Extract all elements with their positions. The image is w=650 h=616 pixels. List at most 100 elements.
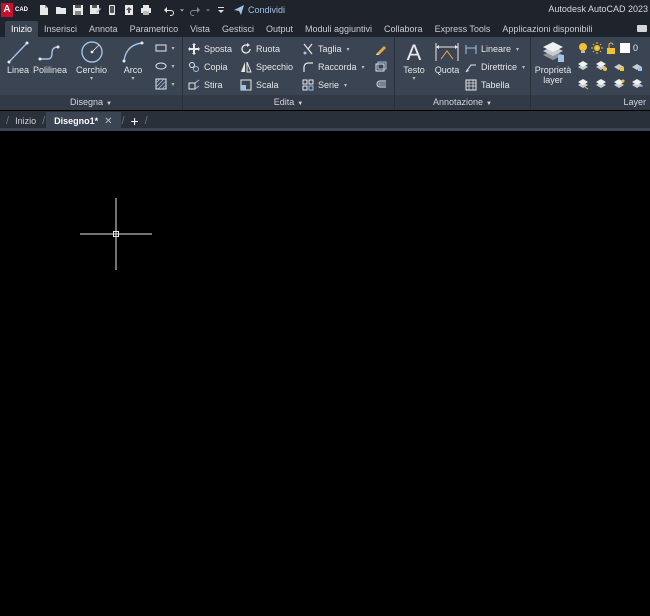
new-button[interactable] xyxy=(36,2,52,18)
scale-button[interactable]: Scala xyxy=(240,77,279,93)
lock-open-icon xyxy=(607,42,615,54)
web-mobile-button[interactable] xyxy=(104,2,120,18)
layer-tool-2[interactable] xyxy=(593,58,609,74)
share-button[interactable]: Condividi xyxy=(233,4,285,16)
chevron-down-icon: ▾ xyxy=(171,45,175,52)
application-menu-button[interactable]: A CAD xyxy=(1,1,31,19)
tab-collabora[interactable]: Collabora xyxy=(378,21,429,37)
tab-express-tools[interactable]: Express Tools xyxy=(429,21,497,37)
rotate-button[interactable]: Ruota xyxy=(240,41,280,57)
leader-button[interactable]: Direttrice ▾ xyxy=(465,59,525,75)
circle-icon xyxy=(80,41,103,63)
redo-button[interactable] xyxy=(187,2,203,18)
ribbon: Linea Polilinea Cerchio ▾ Arco ▾ ▾ ▾ ▾ D… xyxy=(0,37,650,110)
erase-button[interactable] xyxy=(373,41,389,57)
tab-inizio[interactable]: Inizio xyxy=(5,21,39,37)
chevron-down-icon: ▾ xyxy=(522,64,526,71)
layer-tool-8[interactable] xyxy=(629,76,645,92)
linear-dimension-button[interactable]: Lineare ▾ xyxy=(465,41,519,57)
draw-title-label: Disegna xyxy=(70,97,104,107)
arc-button[interactable]: Arco ▾ xyxy=(119,39,147,83)
save-web-button[interactable] xyxy=(121,2,137,18)
copy-button[interactable]: Copia xyxy=(188,59,228,75)
phone-icon xyxy=(109,5,115,15)
layer-properties-button[interactable]: Proprietà layer xyxy=(533,39,573,85)
drawing-canvas[interactable] xyxy=(0,131,650,616)
move-button[interactable]: Sposta xyxy=(188,41,232,57)
panel-modify-title[interactable]: Edita ▼ xyxy=(183,95,394,110)
panel-draw: Linea Polilinea Cerchio ▾ Arco ▾ ▾ ▾ ▾ D… xyxy=(0,37,183,110)
table-button[interactable]: Tabella xyxy=(465,77,510,93)
table-icon xyxy=(465,79,477,91)
svg-text:A: A xyxy=(407,40,422,65)
panel-draw-title[interactable]: Disegna ▼ xyxy=(0,95,182,110)
tab-output[interactable]: Output xyxy=(260,21,299,37)
layer-tool-3[interactable] xyxy=(611,58,627,74)
layer-unisolate-icon xyxy=(596,61,607,71)
panel-layers-title[interactable]: Layer xyxy=(531,95,650,110)
file-tab-start-label: Inizio xyxy=(15,116,37,126)
current-layer-dropdown[interactable]: 0 xyxy=(633,40,638,56)
trim-button[interactable]: Taglia ▾ xyxy=(302,41,350,57)
panel-annotation-title[interactable]: Annotazione ▼ xyxy=(395,95,530,110)
line-label: Linea xyxy=(6,65,30,75)
layer-tool-6[interactable] xyxy=(593,76,609,92)
stretch-button[interactable]: Stira xyxy=(188,77,223,93)
polyline-icon xyxy=(38,45,60,61)
mirror-button[interactable]: Specchio xyxy=(240,59,293,75)
layer-tool-7[interactable] xyxy=(611,76,627,92)
panel-annotation: A Testo ▾ Quota Lineare ▾ Direttrice ▾ T… xyxy=(395,37,531,110)
undo-dropdown[interactable] xyxy=(178,2,186,18)
circle-button[interactable]: Cerchio ▾ xyxy=(76,39,107,83)
tab-separator: / xyxy=(121,115,125,127)
explode-button[interactable] xyxy=(373,59,389,75)
tab-moduli-aggiuntivi[interactable]: Moduli aggiuntivi xyxy=(299,21,378,37)
tab-applicazioni-disponibili[interactable]: Applicazioni disponibili xyxy=(496,21,598,37)
color-swatch-icon xyxy=(620,43,630,53)
tab-separator: / xyxy=(42,115,46,127)
plot-button[interactable] xyxy=(138,2,154,18)
customize-quick-access-button[interactable] xyxy=(213,2,229,18)
undo-button[interactable] xyxy=(161,2,177,18)
array-label: Serie xyxy=(318,80,340,90)
undo-icon xyxy=(164,7,174,16)
rotate-label: Ruota xyxy=(256,44,281,54)
stretch-icon xyxy=(188,79,200,90)
rectangle-button[interactable]: ▾ xyxy=(152,40,178,56)
hatch-icon xyxy=(155,78,167,90)
tab-vista[interactable]: Vista xyxy=(184,21,216,37)
fillet-button[interactable]: Raccorda ▾ xyxy=(302,59,365,75)
tab-annota[interactable]: Annota xyxy=(83,21,124,37)
save-button[interactable] xyxy=(70,2,86,18)
save-as-button[interactable] xyxy=(87,2,103,18)
move-icon xyxy=(188,43,200,55)
offset-button[interactable] xyxy=(373,77,389,93)
polyline-button[interactable]: Polilinea xyxy=(33,39,67,75)
layer-properties-label: Proprietà layer xyxy=(534,65,572,85)
hatch-button[interactable]: ▾ xyxy=(152,58,178,74)
chevron-down-icon: ▾ xyxy=(412,76,416,82)
open-button[interactable] xyxy=(53,2,69,18)
redo-dropdown[interactable] xyxy=(204,2,212,18)
line-button[interactable]: Linea xyxy=(4,39,32,75)
array-button[interactable]: Serie ▾ xyxy=(302,77,347,93)
chevron-down-icon: ▾ xyxy=(346,46,350,53)
text-button[interactable]: A Testo ▾ xyxy=(400,39,428,83)
dimension-button[interactable]: Quota xyxy=(433,39,461,75)
layer-tool-1[interactable] xyxy=(575,58,591,74)
layer-tool-5[interactable] xyxy=(575,76,591,92)
redo-icon xyxy=(190,7,200,16)
layer-tool-4[interactable] xyxy=(629,58,645,74)
ellipse-icon xyxy=(155,62,167,70)
tab-separator: / xyxy=(144,115,148,127)
close-icon[interactable]: ✕ xyxy=(104,116,112,127)
gradient-button[interactable]: ▾ xyxy=(152,76,178,92)
tab-parametrico[interactable]: Parametrico xyxy=(124,21,185,37)
tab-inserisci[interactable]: Inserisci xyxy=(38,21,83,37)
tab-gestisci[interactable]: Gestisci xyxy=(216,21,260,37)
printer-icon xyxy=(141,5,151,15)
layer-match-icon xyxy=(578,79,589,90)
minimize-ribbon-icon[interactable] xyxy=(637,25,647,32)
layer-color-swatch[interactable] xyxy=(617,40,633,56)
autocad-logo-icon: A xyxy=(1,3,13,17)
